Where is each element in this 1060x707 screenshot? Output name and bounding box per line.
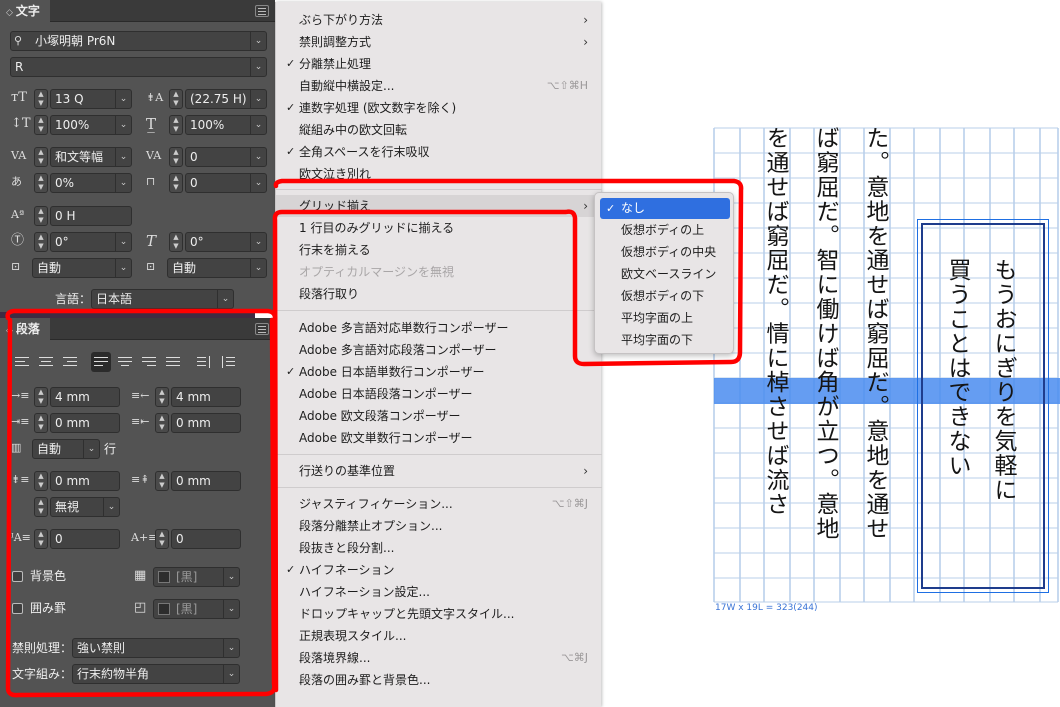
red-annotation-markers [5, 178, 744, 698]
screen: を通せば窮屈だ。情に棹させば流さ ば窮屈だ。智に働けば角が立つ。意地 た。意地を… [0, 0, 1060, 707]
